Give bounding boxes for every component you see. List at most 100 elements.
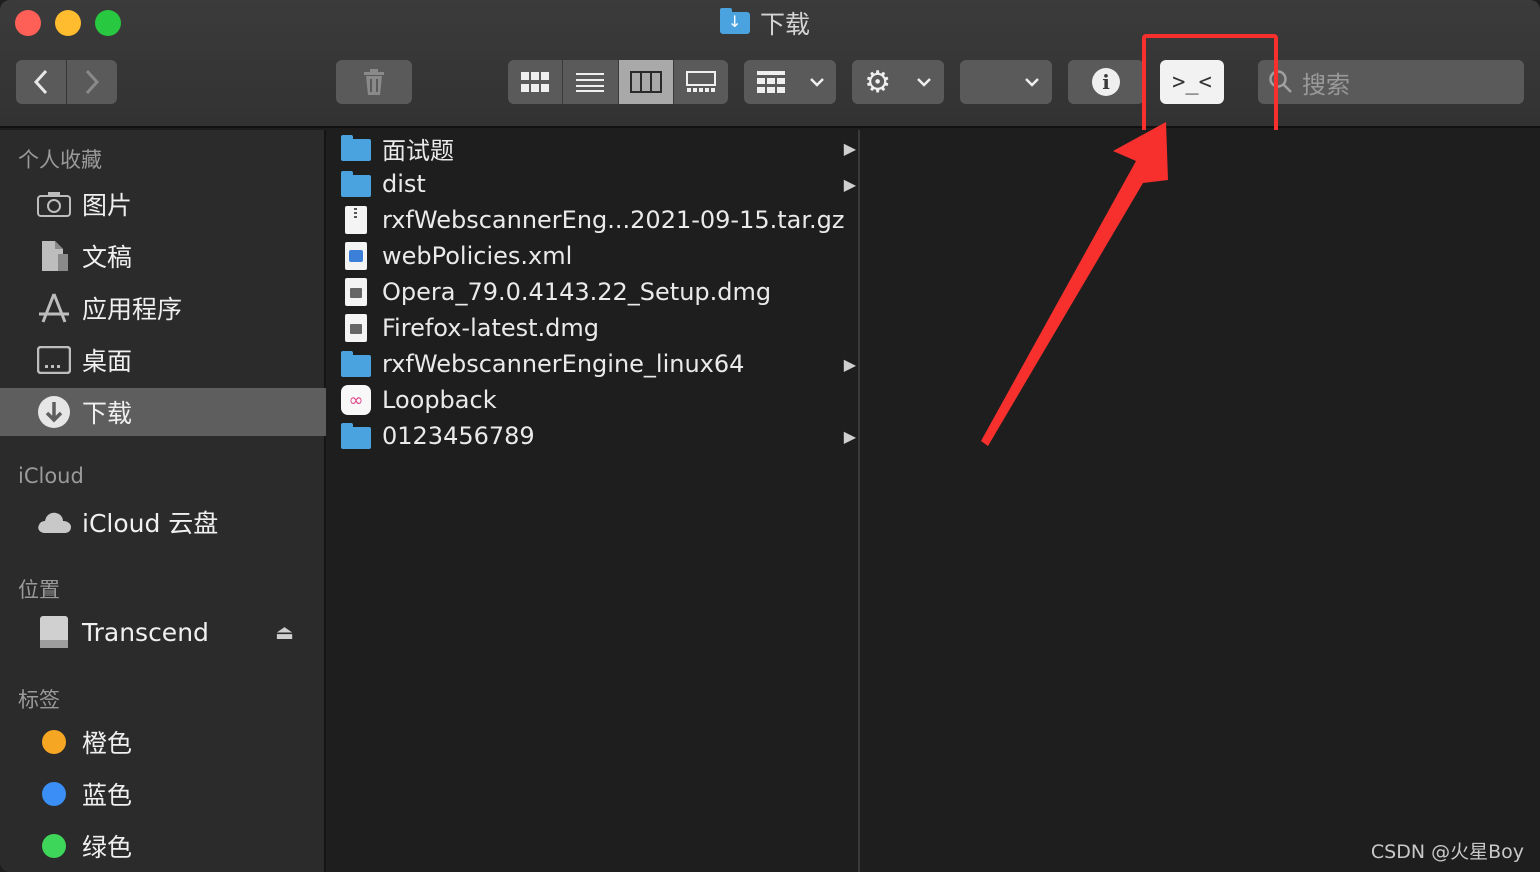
file-row-xml[interactable]: webPolicies.xml [328,238,860,274]
gallery-view-button[interactable] [673,60,728,104]
chevron-down-icon [916,78,931,87]
sidebar-item-label: 橙色 [82,729,133,758]
file-name: 0123456789 [382,422,535,450]
sidebar-item-applications[interactable]: 应用程序 [0,284,326,332]
file-row-folder[interactable]: rxfWebscannerEngine_linux64 ▶ [328,346,860,382]
file-name: Firefox-latest.dmg [382,314,600,342]
document-icon [36,238,72,274]
sidebar-item-label: 文稿 [82,243,133,272]
file-name: rxfWebscannerEng...2021-09-15.tar.gz [382,206,845,234]
file-name: rxfWebscannerEngine_linux64 [382,350,745,378]
action-menu-button[interactable]: ⚙ [852,60,944,104]
desktop-icon [36,342,72,378]
icon-view-button[interactable] [508,60,564,104]
chevron-down-icon [1025,78,1039,87]
column-view-button[interactable] [618,60,674,104]
drive-icon [36,614,72,650]
sidebar-item-tag-blue[interactable]: 蓝色 [0,770,326,818]
file-row-archive[interactable]: rxfWebscannerEng...2021-09-15.tar.gz [328,202,860,238]
chevron-down-icon [809,78,824,87]
file-column: 面试题 ▶ dist ▶ rxfWebscannerEng...2021-09-… [328,130,860,872]
file-name: Opera_79.0.4143.22_Setup.dmg [382,278,772,306]
maximize-window-button[interactable] [95,10,121,36]
sidebar-item-tag-green[interactable]: 绿色 [0,822,326,870]
sidebar-item-pictures[interactable]: 图片 [0,180,326,228]
sidebar-item-label: 图片 [82,191,133,220]
sidebar-section-icloud: iCloud [18,464,84,488]
eject-icon[interactable]: ⏏ [275,620,294,644]
file-name: dist [382,170,426,198]
close-window-button[interactable] [15,10,41,36]
sidebar-item-desktop[interactable]: 桌面 [0,336,326,384]
file-row-folder[interactable]: 0123456789 ▶ [328,418,860,454]
chevron-right-icon [85,69,100,95]
list-view-button[interactable] [563,60,619,104]
disk-image-icon [340,314,372,342]
sidebar-item-label: 应用程序 [82,295,183,324]
icon-grid-icon [521,72,550,92]
loopback-app-icon: ∞ [340,385,372,415]
search-placeholder: 搜索 [1302,70,1350,99]
tag-color-dot [42,730,66,754]
sidebar-item-label: 蓝色 [82,781,133,810]
back-button[interactable] [16,60,66,104]
xml-file-icon [340,242,372,270]
sidebar-section-locations: 位置 [18,578,60,602]
window-title-label: 下载 [760,10,811,39]
trash-icon [364,69,384,95]
archive-file-icon [340,206,372,234]
sidebar-item-icloud-drive[interactable]: iCloud 云盘 [0,498,326,546]
file-row-folder[interactable]: 面试题 ▶ [328,130,860,166]
disk-image-icon [340,278,372,306]
sidebar-item-tag-orange[interactable]: 橙色 [0,718,326,766]
info-icon: i [1092,68,1120,96]
file-name: webPolicies.xml [382,242,573,270]
disclosure-arrow-icon: ▶ [843,426,856,446]
columns-icon [629,71,662,93]
get-info-button[interactable]: i [1068,60,1144,104]
sidebar-item-label: iCloud 云盘 [82,509,219,538]
folder-icon [340,134,372,162]
sidebar-section-favorites: 个人收藏 [18,148,102,172]
sidebar-item-transcend[interactable]: Transcend ⏏ [0,608,326,656]
file-row-app[interactable]: ∞ Loopback [328,382,860,418]
sidebar-item-label: Transcend [82,617,209,647]
file-name: Loopback [382,386,497,414]
disclosure-arrow-icon: ▶ [843,138,856,158]
finder-window: 下载 [0,0,1540,872]
disclosure-arrow-icon: ▶ [843,174,856,194]
chevron-left-icon [33,69,48,95]
folder-icon [340,350,372,378]
sidebar-item-label: 绿色 [82,833,133,862]
sidebar-item-downloads[interactable]: 下载 [0,388,326,436]
window-title: 下载 [720,6,810,40]
disclosure-arrow-icon: ▶ [843,354,856,374]
search-field[interactable]: 搜索 [1258,60,1524,104]
forward-button[interactable] [67,60,117,104]
list-icon [576,73,605,92]
camera-icon [36,186,72,222]
download-icon [36,394,72,430]
tag-color-dot [42,782,66,806]
gallery-icon [685,71,716,92]
sidebar-item-label: 桌面 [82,347,133,376]
file-row-dmg[interactable]: Firefox-latest.dmg [328,310,860,346]
file-row-dmg[interactable]: Opera_79.0.4143.22_Setup.dmg [328,274,860,310]
sidebar-item-documents[interactable]: 文稿 [0,232,326,280]
group-by-button[interactable] [744,60,836,104]
minimize-window-button[interactable] [55,10,81,36]
tag-color-dot [42,834,66,858]
cloud-icon [36,504,72,540]
toolbar: 下载 [0,0,1540,146]
share-menu-button[interactable] [960,60,1052,104]
sidebar-item-label: 下载 [82,399,133,428]
file-name: 面试题 [382,136,454,165]
file-row-folder[interactable]: dist ▶ [328,166,860,202]
trash-button[interactable] [336,60,412,104]
sidebar-section-tags: 标签 [18,688,60,712]
watermark: CSDN @火星Boy [1370,841,1524,863]
sidebar: 个人收藏 图片 文稿 应用程序 桌面 下载 iCloud iCloud 云盘 位… [0,130,326,872]
folder-icon [340,170,372,198]
preview-column: CSDN @火星Boy [862,130,1540,872]
group-icon [756,71,785,93]
